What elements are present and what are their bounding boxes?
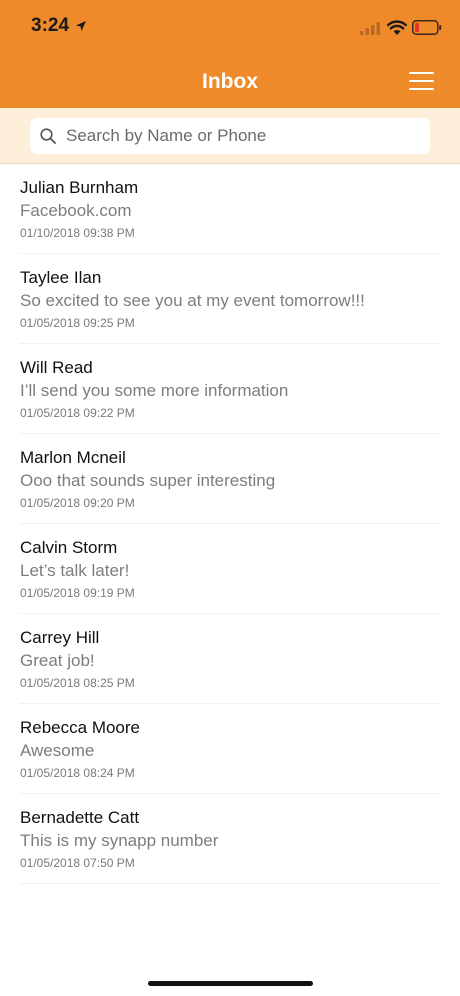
contact-name: Rebecca Moore <box>20 718 141 737</box>
list-item[interactable]: Calvin Storm Let’s talk later! 01/05/2018 … <box>0 524 460 614</box>
message-preview: Great job! <box>20 651 95 670</box>
location-arrow-icon <box>76 21 86 31</box>
list-item[interactable]: Marlon Mcneil Ooo that sounds super inter… <box>0 434 460 524</box>
menu-button[interactable] <box>404 70 434 92</box>
message-preview: I’ll send you some more information <box>20 381 289 400</box>
message-timestamp: 01/05/2018 08:24 PM <box>20 766 135 780</box>
contact-name: Julian Burnham <box>20 178 139 197</box>
hamburger-menu-icon <box>409 80 434 82</box>
message-preview: So excited to see you at my event tomorr… <box>20 291 365 310</box>
message-preview: This is my synapp number <box>20 831 219 850</box>
list-item[interactable]: Rebecca Moore Awesome 01/05/2018 08:24 PM <box>0 704 460 794</box>
wifi-icon <box>387 20 407 35</box>
cellular-signal-icon <box>360 22 380 35</box>
message-timestamp: 01/05/2018 09:20 PM <box>20 496 135 510</box>
status-time: 3:24 <box>31 15 70 36</box>
hamburger-menu-icon <box>409 88 434 90</box>
message-timestamp: 01/05/2018 08:25 PM <box>20 676 135 690</box>
contact-name: Will Read <box>20 358 93 377</box>
message-list: Julian Burnham Facebook.com 01/10/2018 09:… <box>0 164 460 884</box>
app-header: 3:24 Inbox <box>0 0 460 108</box>
divider <box>20 883 440 884</box>
list-item[interactable]: Carrey Hill Great job! 01/05/2018 08:25 PM <box>0 614 460 704</box>
contact-name: Marlon Mcneil <box>20 448 126 467</box>
message-timestamp: 01/05/2018 07:50 PM <box>20 856 135 870</box>
message-timestamp: 01/10/2018 09:38 PM <box>20 226 135 240</box>
message-preview: Facebook.com <box>20 201 132 220</box>
message-timestamp: 01/05/2018 09:25 PM <box>20 316 135 330</box>
message-preview: Awesome <box>20 741 95 760</box>
search-box[interactable] <box>30 118 430 154</box>
contact-name: Bernadette Catt <box>20 808 140 827</box>
list-item[interactable]: Julian Burnham Facebook.com 01/10/2018 09:… <box>0 164 460 254</box>
search-bar <box>0 108 460 164</box>
contact-name: Carrey Hill <box>20 628 100 647</box>
page-title: Inbox <box>202 70 258 93</box>
list-item[interactable]: Taylee Ilan So excited to see you at my e… <box>0 254 460 344</box>
list-item[interactable]: Bernadette Catt This is my synapp number 0… <box>0 794 460 884</box>
hamburger-menu-icon <box>409 72 434 74</box>
search-icon <box>40 128 56 144</box>
contact-name: Calvin Storm <box>20 538 118 557</box>
list-item[interactable]: Will Read I’ll send you some more informa… <box>0 344 460 434</box>
contact-name: Taylee Ilan <box>20 268 102 287</box>
message-preview: Let’s talk later! <box>20 561 130 580</box>
battery-low-icon <box>412 20 442 35</box>
message-preview: Ooo that sounds super interesting <box>20 471 276 490</box>
message-timestamp: 01/05/2018 09:19 PM <box>20 586 135 600</box>
message-timestamp: 01/05/2018 09:22 PM <box>20 406 135 420</box>
search-input[interactable] <box>66 118 416 154</box>
home-indicator[interactable] <box>148 981 313 986</box>
